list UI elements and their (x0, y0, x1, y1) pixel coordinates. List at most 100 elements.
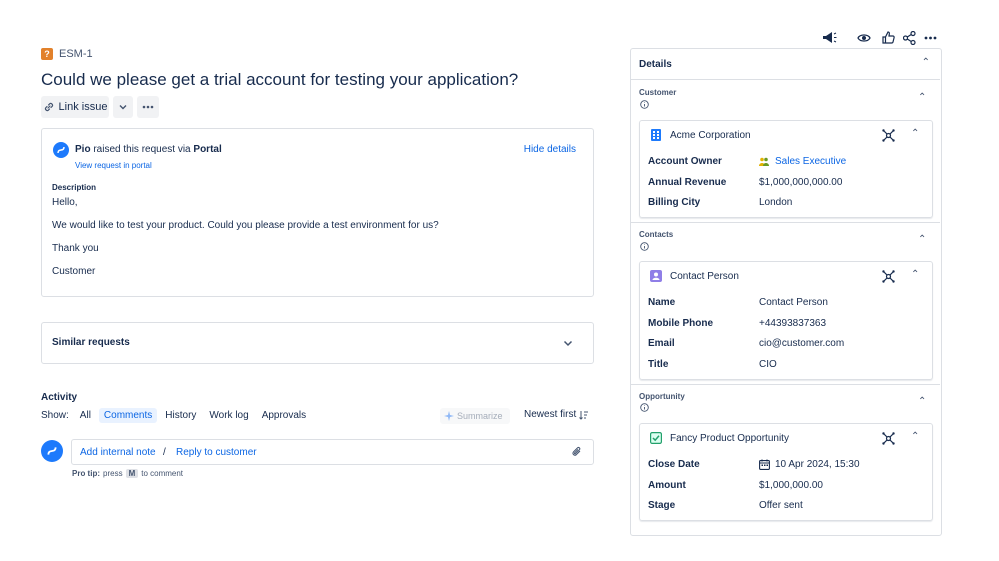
activity-filter-bar: Show: All Comments History Work log Appr… (41, 408, 311, 423)
section-label-opportunity: Opportunity (639, 392, 685, 401)
field-label: Name (648, 297, 676, 308)
info-icon[interactable] (640, 242, 649, 251)
view-in-portal-link[interactable]: View request in portal (75, 161, 152, 170)
similar-requests-label: Similar requests (52, 337, 130, 348)
issue-key-breadcrumb[interactable]: ? ESM-1 (41, 48, 93, 60)
hide-details-button[interactable]: Hide details (524, 144, 576, 155)
contact-icon (650, 270, 662, 282)
pro-tip-label: Pro tip: (72, 469, 100, 478)
description-line: We would like to test your product. Coul… (52, 220, 439, 231)
filter-approvals[interactable]: Approvals (257, 408, 311, 423)
field-label: Email (648, 338, 675, 349)
more-icon[interactable] (924, 36, 937, 40)
paperclip-icon[interactable] (571, 446, 583, 458)
card-title[interactable]: Acme Corporation (670, 130, 751, 141)
field-value: +44393837363 (759, 318, 827, 329)
reporter-name[interactable]: Pio (75, 144, 91, 155)
section-divider (630, 222, 940, 223)
brand-logo-icon (47, 447, 57, 455)
field-label: Close Date (648, 459, 700, 470)
field-value[interactable]: Sales Executive (759, 156, 846, 167)
chevron-up-icon[interactable]: ⌃ (918, 92, 926, 103)
sales-team-icon (759, 157, 769, 166)
contact-card: Contact Person ⌃ Name Contact Person Mob… (639, 261, 933, 380)
more-actions-button[interactable] (137, 96, 159, 118)
brand-logo-icon (57, 146, 65, 154)
opportunity-card: Fancy Product Opportunity ⌃ Close Date 1… (639, 423, 933, 521)
calendar-icon (759, 459, 770, 470)
network-graph-icon[interactable] (882, 270, 895, 283)
field-label: Title (648, 359, 669, 370)
filter-comments[interactable]: Comments (98, 408, 158, 423)
watch-eye-icon[interactable] (857, 33, 871, 43)
sort-toggle[interactable]: Newest first (524, 409, 589, 420)
pro-tip: Pro tip: press M to comment (72, 469, 183, 478)
channel-name: Portal (193, 144, 222, 155)
pro-tip-suffix: to comment (141, 469, 184, 478)
issue-title[interactable]: Could we please get a trial account for … (41, 70, 518, 90)
info-icon[interactable] (640, 403, 649, 412)
field-value: Contact Person (759, 297, 828, 308)
field-label: Amount (648, 480, 686, 491)
field-value: CIO (759, 359, 777, 370)
similar-requests-panel[interactable]: Similar requests (41, 322, 594, 364)
section-divider (630, 384, 940, 385)
summarize-label: Summarize (457, 411, 503, 421)
raised-line: Pio raised this request via Portal (75, 144, 222, 155)
network-graph-icon[interactable] (882, 432, 895, 445)
filter-all[interactable]: All (75, 408, 96, 423)
current-user-avatar[interactable] (41, 440, 63, 462)
field-value: 10 Apr 2024, 15:30 (759, 459, 860, 470)
chevron-up-icon[interactable]: ⌃ (911, 431, 919, 442)
share-icon[interactable] (903, 31, 916, 45)
card-title[interactable]: Fancy Product Opportunity (670, 433, 789, 444)
field-label: Billing City (648, 197, 701, 208)
request-details-panel: Pio raised this request via Portal View … (41, 128, 594, 297)
description-line: Hello, (52, 197, 78, 208)
field-value: $1,000,000.00 (759, 480, 823, 491)
details-header[interactable]: Details ⌃ (630, 48, 940, 80)
add-internal-note-button[interactable]: Add internal note (80, 447, 156, 458)
details-heading: Details (639, 59, 672, 70)
link-issue-label: Link issue (58, 101, 108, 113)
section-label-contacts: Contacts (639, 230, 674, 239)
reply-to-customer-button[interactable]: Reply to customer (176, 447, 257, 458)
chevron-up-icon[interactable]: ⌃ (918, 396, 926, 407)
summarize-button[interactable]: Summarize (440, 408, 510, 424)
chevron-down-icon (119, 105, 127, 110)
building-icon (651, 129, 661, 141)
reporter-avatar[interactable] (53, 142, 69, 158)
pro-tip-press: press (103, 469, 123, 478)
filter-history[interactable]: History (160, 408, 201, 423)
card-title[interactable]: Contact Person (670, 271, 739, 282)
field-label: Mobile Phone (648, 318, 713, 329)
description-line: Customer (52, 266, 96, 277)
issue-key[interactable]: ESM-1 (59, 48, 93, 60)
info-icon[interactable] (640, 100, 649, 109)
checkbox-icon (650, 432, 662, 444)
link-issue-dropdown[interactable] (113, 96, 133, 118)
chevron-up-icon[interactable]: ⌃ (922, 57, 930, 68)
field-label: Annual Revenue (648, 177, 727, 188)
description-label: Description (52, 183, 97, 192)
account-owner-link[interactable]: Sales Executive (775, 156, 846, 167)
comment-editor[interactable]: Add internal note / Reply to customer (71, 439, 594, 465)
link-issue-button[interactable]: Link issue (41, 96, 109, 118)
customer-card: Acme Corporation ⌃ Account Owner Sales E… (639, 120, 933, 218)
filter-work-log[interactable]: Work log (204, 408, 253, 423)
activity-heading: Activity (41, 392, 78, 403)
feedback-megaphone-icon[interactable] (822, 31, 837, 45)
chevron-up-icon[interactable]: ⌃ (911, 269, 919, 280)
issue-toolbar: Link issue (41, 96, 159, 118)
chevron-up-icon[interactable]: ⌃ (918, 234, 926, 245)
field-label: Account Owner (648, 156, 722, 167)
issue-type-icon: ? (41, 48, 53, 60)
close-date-value: 10 Apr 2024, 15:30 (775, 459, 860, 470)
comment-separator: / (163, 447, 166, 458)
chevron-up-icon[interactable]: ⌃ (911, 128, 919, 139)
network-graph-icon[interactable] (882, 129, 895, 142)
thumbs-up-icon[interactable] (882, 31, 895, 44)
chevron-down-icon[interactable] (563, 340, 573, 347)
field-value: $1,000,000,000.00 (759, 177, 843, 188)
sort-label: Newest first (524, 409, 577, 420)
